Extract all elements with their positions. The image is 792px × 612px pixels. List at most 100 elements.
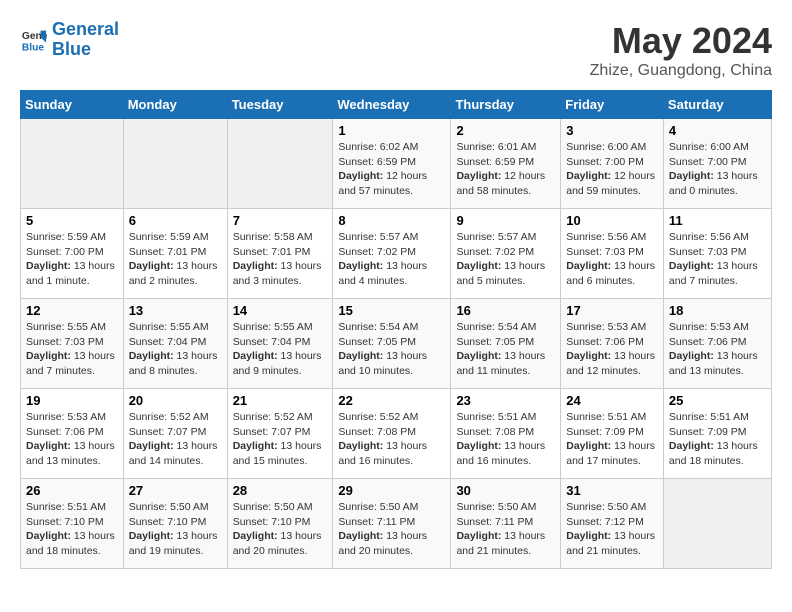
day-of-week-monday: Monday bbox=[123, 91, 227, 119]
calendar-cell: 13 Sunrise: 5:55 AMSunset: 7:04 PMDayligh… bbox=[123, 299, 227, 389]
day-number: 9 bbox=[456, 213, 555, 228]
day-number: 18 bbox=[669, 303, 766, 318]
day-info: Sunrise: 5:50 AMSunset: 7:11 PMDaylight:… bbox=[338, 500, 445, 559]
calendar-cell: 3 Sunrise: 6:00 AMSunset: 7:00 PMDaylight… bbox=[561, 119, 664, 209]
calendar-cell: 12 Sunrise: 5:55 AMSunset: 7:03 PMDayligh… bbox=[21, 299, 124, 389]
calendar-cell: 6 Sunrise: 5:59 AMSunset: 7:01 PMDaylight… bbox=[123, 209, 227, 299]
calendar-cell: 21Sunrise: 5:52 AMSunset: 7:07 PMDayligh… bbox=[227, 389, 333, 479]
calendar-cell: 30Sunrise: 5:50 AMSunset: 7:11 PMDayligh… bbox=[451, 479, 561, 569]
day-info: Sunrise: 5:55 AMSunset: 7:03 PMDaylight:… bbox=[26, 320, 118, 379]
day-info: Sunrise: 5:54 AMSunset: 7:05 PMDaylight:… bbox=[338, 320, 445, 379]
calendar-table: SundayMondayTuesdayWednesdayThursdayFrid… bbox=[20, 90, 772, 569]
day-of-week-wednesday: Wednesday bbox=[333, 91, 451, 119]
day-info: Sunrise: 5:51 AMSunset: 7:10 PMDaylight:… bbox=[26, 500, 118, 559]
day-number: 19 bbox=[26, 393, 118, 408]
calendar-cell: 18Sunrise: 5:53 AMSunset: 7:06 PMDayligh… bbox=[663, 299, 771, 389]
day-info: Sunrise: 5:58 AMSunset: 7:01 PMDaylight:… bbox=[233, 230, 328, 289]
day-number: 13 bbox=[129, 303, 222, 318]
week-row-4: 19Sunrise: 5:53 AMSunset: 7:06 PMDayligh… bbox=[21, 389, 772, 479]
day-number: 20 bbox=[129, 393, 222, 408]
day-info: Sunrise: 5:50 AMSunset: 7:12 PMDaylight:… bbox=[566, 500, 658, 559]
calendar-cell: 29 Sunrise: 5:50 AMSunset: 7:11 PMDayligh… bbox=[333, 479, 451, 569]
calendar-cell: 4 Sunrise: 6:00 AMSunset: 7:00 PMDaylight… bbox=[663, 119, 771, 209]
calendar-cell: 27Sunrise: 5:50 AMSunset: 7:10 PMDayligh… bbox=[123, 479, 227, 569]
day-number: 8 bbox=[338, 213, 445, 228]
title-area: May 2024 Zhize, Guangdong, China bbox=[590, 20, 772, 80]
calendar-cell: 28 Sunrise: 5:50 AMSunset: 7:10 PMDayligh… bbox=[227, 479, 333, 569]
day-of-week-tuesday: Tuesday bbox=[227, 91, 333, 119]
day-of-week-thursday: Thursday bbox=[451, 91, 561, 119]
calendar-cell: 17 Sunrise: 5:53 AMSunset: 7:06 PMDayligh… bbox=[561, 299, 664, 389]
logo: General Blue GeneralBlue bbox=[20, 20, 119, 60]
day-number: 7 bbox=[233, 213, 328, 228]
main-title: May 2024 bbox=[590, 20, 772, 62]
calendar-cell: 19Sunrise: 5:53 AMSunset: 7:06 PMDayligh… bbox=[21, 389, 124, 479]
day-number: 22 bbox=[338, 393, 445, 408]
calendar-cell: 31 Sunrise: 5:50 AMSunset: 7:12 PMDayligh… bbox=[561, 479, 664, 569]
day-number: 5 bbox=[26, 213, 118, 228]
day-info: Sunrise: 5:53 AMSunset: 7:06 PMDaylight:… bbox=[566, 320, 658, 379]
day-info: Sunrise: 5:51 AMSunset: 7:09 PMDaylight:… bbox=[669, 410, 766, 469]
day-info: Sunrise: 5:52 AMSunset: 7:07 PMDaylight:… bbox=[233, 410, 328, 469]
day-info: Sunrise: 5:50 AMSunset: 7:10 PMDaylight:… bbox=[233, 500, 328, 559]
day-number: 15 bbox=[338, 303, 445, 318]
calendar-cell: 14 Sunrise: 5:55 AMSunset: 7:04 PMDayligh… bbox=[227, 299, 333, 389]
day-number: 16 bbox=[456, 303, 555, 318]
day-number: 10 bbox=[566, 213, 658, 228]
calendar-cell: 22 Sunrise: 5:52 AMSunset: 7:08 PMDayligh… bbox=[333, 389, 451, 479]
day-number: 11 bbox=[669, 213, 766, 228]
calendar-cell: 24 Sunrise: 5:51 AMSunset: 7:09 PMDayligh… bbox=[561, 389, 664, 479]
day-number: 25 bbox=[669, 393, 766, 408]
day-info: Sunrise: 6:02 AMSunset: 6:59 PMDaylight:… bbox=[338, 140, 445, 199]
day-of-week-saturday: Saturday bbox=[663, 91, 771, 119]
day-number: 29 bbox=[338, 483, 445, 498]
day-number: 28 bbox=[233, 483, 328, 498]
calendar-cell: 10 Sunrise: 5:56 AMSunset: 7:03 PMDayligh… bbox=[561, 209, 664, 299]
day-number: 31 bbox=[566, 483, 658, 498]
week-row-5: 26 Sunrise: 5:51 AMSunset: 7:10 PMDayligh… bbox=[21, 479, 772, 569]
calendar-cell: 23Sunrise: 5:51 AMSunset: 7:08 PMDayligh… bbox=[451, 389, 561, 479]
calendar-cell: 25 Sunrise: 5:51 AMSunset: 7:09 PMDayligh… bbox=[663, 389, 771, 479]
day-info: Sunrise: 6:00 AMSunset: 7:00 PMDaylight:… bbox=[566, 140, 658, 199]
day-number: 2 bbox=[456, 123, 555, 138]
day-info: Sunrise: 5:56 AMSunset: 7:03 PMDaylight:… bbox=[566, 230, 658, 289]
day-info: Sunrise: 6:00 AMSunset: 7:00 PMDaylight:… bbox=[669, 140, 766, 199]
day-info: Sunrise: 5:52 AMSunset: 7:08 PMDaylight:… bbox=[338, 410, 445, 469]
day-info: Sunrise: 5:55 AMSunset: 7:04 PMDaylight:… bbox=[129, 320, 222, 379]
day-of-week-friday: Friday bbox=[561, 91, 664, 119]
calendar-cell bbox=[663, 479, 771, 569]
week-row-3: 12 Sunrise: 5:55 AMSunset: 7:03 PMDayligh… bbox=[21, 299, 772, 389]
day-number: 27 bbox=[129, 483, 222, 498]
day-info: Sunrise: 5:59 AMSunset: 7:00 PMDaylight:… bbox=[26, 230, 118, 289]
day-number: 24 bbox=[566, 393, 658, 408]
week-row-1: 1 Sunrise: 6:02 AMSunset: 6:59 PMDaylight… bbox=[21, 119, 772, 209]
calendar-body: 1 Sunrise: 6:02 AMSunset: 6:59 PMDaylight… bbox=[21, 119, 772, 569]
calendar-cell: 5 Sunrise: 5:59 AMSunset: 7:00 PMDaylight… bbox=[21, 209, 124, 299]
day-info: Sunrise: 5:51 AMSunset: 7:08 PMDaylight:… bbox=[456, 410, 555, 469]
logo-icon: General Blue bbox=[20, 26, 48, 54]
day-info: Sunrise: 5:55 AMSunset: 7:04 PMDaylight:… bbox=[233, 320, 328, 379]
calendar-cell: 1 Sunrise: 6:02 AMSunset: 6:59 PMDaylight… bbox=[333, 119, 451, 209]
day-number: 1 bbox=[338, 123, 445, 138]
day-number: 4 bbox=[669, 123, 766, 138]
day-info: Sunrise: 5:57 AMSunset: 7:02 PMDaylight:… bbox=[338, 230, 445, 289]
calendar-cell: 11Sunrise: 5:56 AMSunset: 7:03 PMDayligh… bbox=[663, 209, 771, 299]
day-number: 6 bbox=[129, 213, 222, 228]
day-number: 26 bbox=[26, 483, 118, 498]
day-number: 12 bbox=[26, 303, 118, 318]
logo-text: GeneralBlue bbox=[52, 20, 119, 60]
day-number: 14 bbox=[233, 303, 328, 318]
calendar-cell: 8 Sunrise: 5:57 AMSunset: 7:02 PMDaylight… bbox=[333, 209, 451, 299]
header: General Blue GeneralBlue May 2024 Zhize,… bbox=[20, 20, 772, 80]
day-number: 17 bbox=[566, 303, 658, 318]
day-info: Sunrise: 5:51 AMSunset: 7:09 PMDaylight:… bbox=[566, 410, 658, 469]
day-number: 3 bbox=[566, 123, 658, 138]
day-info: Sunrise: 6:01 AMSunset: 6:59 PMDaylight:… bbox=[456, 140, 555, 199]
calendar-cell: 7 Sunrise: 5:58 AMSunset: 7:01 PMDaylight… bbox=[227, 209, 333, 299]
day-info: Sunrise: 5:54 AMSunset: 7:05 PMDaylight:… bbox=[456, 320, 555, 379]
day-number: 30 bbox=[456, 483, 555, 498]
calendar-cell: 2 Sunrise: 6:01 AMSunset: 6:59 PMDaylight… bbox=[451, 119, 561, 209]
day-info: Sunrise: 5:59 AMSunset: 7:01 PMDaylight:… bbox=[129, 230, 222, 289]
calendar-cell bbox=[21, 119, 124, 209]
calendar-cell: 15 Sunrise: 5:54 AMSunset: 7:05 PMDayligh… bbox=[333, 299, 451, 389]
